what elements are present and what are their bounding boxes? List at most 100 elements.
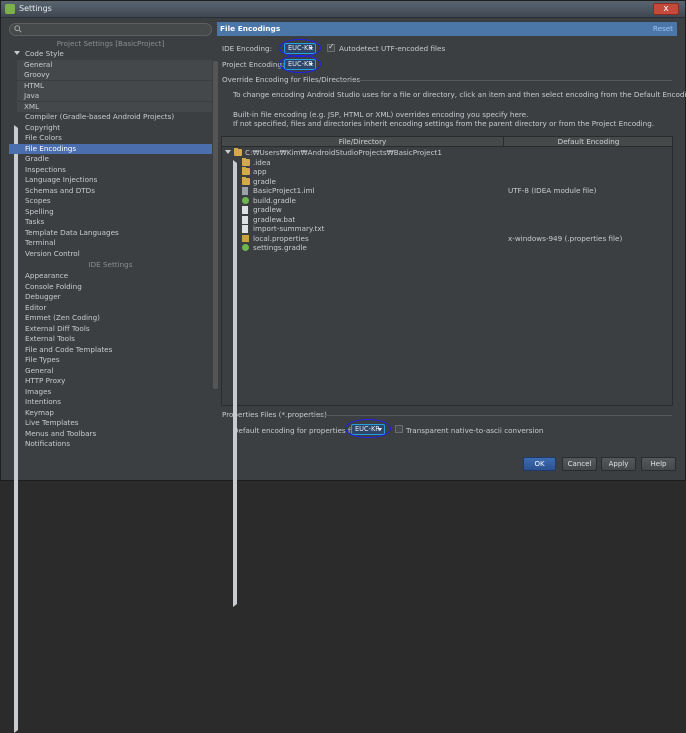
sidebar-item-label: External Diff Tools — [25, 323, 90, 333]
search-icon — [14, 25, 22, 33]
sidebar-item-label: General — [25, 365, 54, 375]
sidebar-item-debugger[interactable]: Debugger — [9, 292, 212, 722]
sidebar-item-label: Images — [25, 386, 52, 396]
table-row[interactable]: gradle — [222, 176, 672, 607]
sidebar-item-console-folding[interactable]: Console Folding — [9, 282, 212, 292]
info-text-1: To change encoding Android Studio uses f… — [233, 90, 686, 99]
file-name: C:₩Users₩Kim₩AndroidStudioProjects₩Basic… — [245, 148, 442, 157]
expand-down-icon[interactable] — [225, 150, 231, 154]
apply-button[interactable]: Apply — [601, 457, 636, 471]
window-title: Settings — [19, 4, 52, 13]
sidebar-item-html[interactable]: HTML — [17, 80, 212, 91]
help-button[interactable]: Help — [641, 457, 676, 471]
sidebar-item-label: Keymap — [25, 407, 54, 417]
title-bar: Settings x — [1, 1, 685, 18]
sidebar-item-keymap[interactable]: Keymap — [9, 408, 212, 418]
sidebar-item-label: Compiler (Gradle-based Android Projects) — [25, 112, 175, 121]
table-row[interactable]: C:₩Users₩Kim₩AndroidStudioProjects₩Basic… — [222, 148, 672, 158]
autodetect-label: Autodetect UTF-encoded files — [339, 44, 446, 53]
column-header-encoding[interactable]: Default Encoding — [505, 137, 672, 147]
close-button[interactable]: x — [653, 3, 679, 15]
sidebar-item-template-data-languages[interactable]: Template Data Languages — [9, 228, 212, 238]
sidebar-item-external-diff-tools[interactable]: External Diff Tools — [9, 324, 212, 334]
expand-down-icon[interactable] — [14, 51, 20, 55]
sidebar-item-general[interactable]: General — [9, 366, 212, 376]
table-row[interactable]: settings.gradle — [222, 243, 672, 253]
file-name: gradlew.bat — [253, 214, 296, 224]
search-input[interactable] — [9, 23, 212, 36]
sidebar-item-appearance[interactable]: Appearance — [9, 271, 212, 281]
native-to-ascii-checkbox[interactable] — [395, 425, 403, 433]
file-name: gradle — [253, 176, 276, 186]
sidebar-item-http-proxy[interactable]: HTTP Proxy — [9, 376, 212, 386]
sidebar-item-label: General — [24, 59, 53, 69]
sidebar-item-label: Java — [24, 91, 40, 100]
file-encoding[interactable]: x-windows-949 (.properties file) — [508, 234, 622, 244]
project-settings-header: Project Settings [BasicProject] — [9, 39, 212, 49]
sidebar-item-editor[interactable]: Editor — [9, 302, 212, 733]
sidebar-item-inspections[interactable]: Inspections — [9, 165, 212, 175]
sidebar-item-file-colors[interactable]: File Colors — [9, 133, 212, 143]
file-name: .idea — [253, 157, 271, 167]
file-encoding[interactable]: UTF-8 (IDEA module file) — [508, 186, 596, 196]
cancel-button[interactable]: Cancel — [562, 457, 597, 471]
sidebar-item-xml[interactable]: XML — [17, 101, 212, 112]
sidebar-item-emmet-zen-coding[interactable]: Emmet (Zen Coding) — [9, 313, 212, 323]
group-divider — [337, 80, 672, 81]
settings-sidebar: Project Settings [BasicProject] IDE Sett… — [9, 23, 218, 733]
autodetect-checkbox[interactable] — [327, 42, 335, 52]
column-header-file[interactable]: File/Directory — [222, 137, 504, 147]
sidebar-item-label: Schemas and DTDs — [25, 185, 95, 195]
sidebar-item-code-style[interactable]: Code Style — [9, 49, 212, 59]
sidebar-item-menus-and-toolbars[interactable]: Menus and Toolbars — [9, 429, 212, 439]
table-row[interactable]: .idea — [222, 157, 672, 588]
sidebar-item-file-and-code-templates[interactable]: File and Code Templates — [9, 345, 212, 355]
sidebar-item-label: Editor — [25, 302, 47, 312]
sidebar-item-tasks[interactable]: Tasks — [9, 217, 212, 647]
sidebar-item-terminal[interactable]: Terminal — [9, 238, 212, 248]
sidebar-item-general[interactable]: General — [17, 59, 212, 70]
file-name: gradlew — [253, 205, 282, 214]
ok-button[interactable]: OK — [523, 457, 556, 471]
sidebar-item-live-templates[interactable]: Live Templates — [9, 418, 212, 428]
sidebar-item-spelling[interactable]: Spelling — [9, 207, 212, 217]
table-row[interactable]: local.properties x-windows-949 (.properti… — [222, 234, 672, 244]
sidebar-item-label: Terminal — [25, 238, 56, 247]
sidebar-item-label: Groovy — [24, 70, 50, 79]
sidebar-item-label: Spelling — [25, 206, 54, 216]
text-file-icon — [242, 215, 248, 224]
settings-window: Settings x Project Settings [BasicProjec… — [0, 0, 686, 733]
sidebar-item-file-encodings[interactable]: File Encodings — [9, 143, 212, 154]
sidebar-item-notifications[interactable]: Notifications — [9, 439, 212, 449]
table-row[interactable]: app — [222, 167, 672, 597]
reset-link[interactable]: Reset — [653, 24, 673, 33]
sidebar-item-java[interactable]: Java — [17, 91, 212, 101]
sidebar-item-scopes[interactable]: Scopes — [9, 196, 212, 206]
sidebar-item-images[interactable]: Images — [9, 387, 212, 397]
sidebar-item-language-injections[interactable]: Language Injections — [9, 175, 212, 605]
sidebar-item-copyright[interactable]: Copyright — [9, 123, 212, 553]
sidebar-item-label: Template Data Languages — [25, 227, 119, 237]
table-row[interactable]: gradlew — [222, 205, 672, 215]
table-row[interactable]: import-summary.txt — [222, 224, 672, 234]
sidebar-item-external-tools[interactable]: External Tools — [9, 334, 212, 344]
settings-tree: Project Settings [BasicProject] IDE Sett… — [9, 39, 212, 733]
sidebar-item-version-control[interactable]: Version Control — [9, 249, 212, 679]
sidebar-item-label: Emmet (Zen Coding) — [25, 313, 100, 322]
table-row[interactable]: gradlew.bat — [222, 215, 672, 225]
sidebar-item-label: External Tools — [25, 334, 75, 343]
table-row[interactable]: BasicProject1.iml UTF-8 (IDEA module file… — [222, 186, 672, 196]
table-header: File/Directory Default Encoding — [222, 137, 672, 147]
iml-file-icon — [242, 187, 248, 195]
folder-icon — [242, 157, 250, 166]
sidebar-item-label: Intentions — [25, 397, 61, 406]
sidebar-item-file-types[interactable]: File Types — [9, 355, 212, 365]
sidebar-item-intentions[interactable]: Intentions — [9, 397, 212, 407]
sidebar-item-schemas-and-dtds[interactable]: Schemas and DTDs — [9, 185, 212, 616]
sidebar-item-compiler-gradle-based-android-projects[interactable]: Compiler (Gradle-based Android Projects) — [9, 112, 212, 122]
group-divider — [309, 415, 672, 416]
sidebar-item-gradle[interactable]: Gradle — [9, 154, 212, 584]
sidebar-item-label: Console Folding — [25, 281, 82, 291]
table-row[interactable]: build.gradle — [222, 196, 672, 206]
sidebar-item-groovy[interactable]: Groovy — [17, 70, 212, 80]
